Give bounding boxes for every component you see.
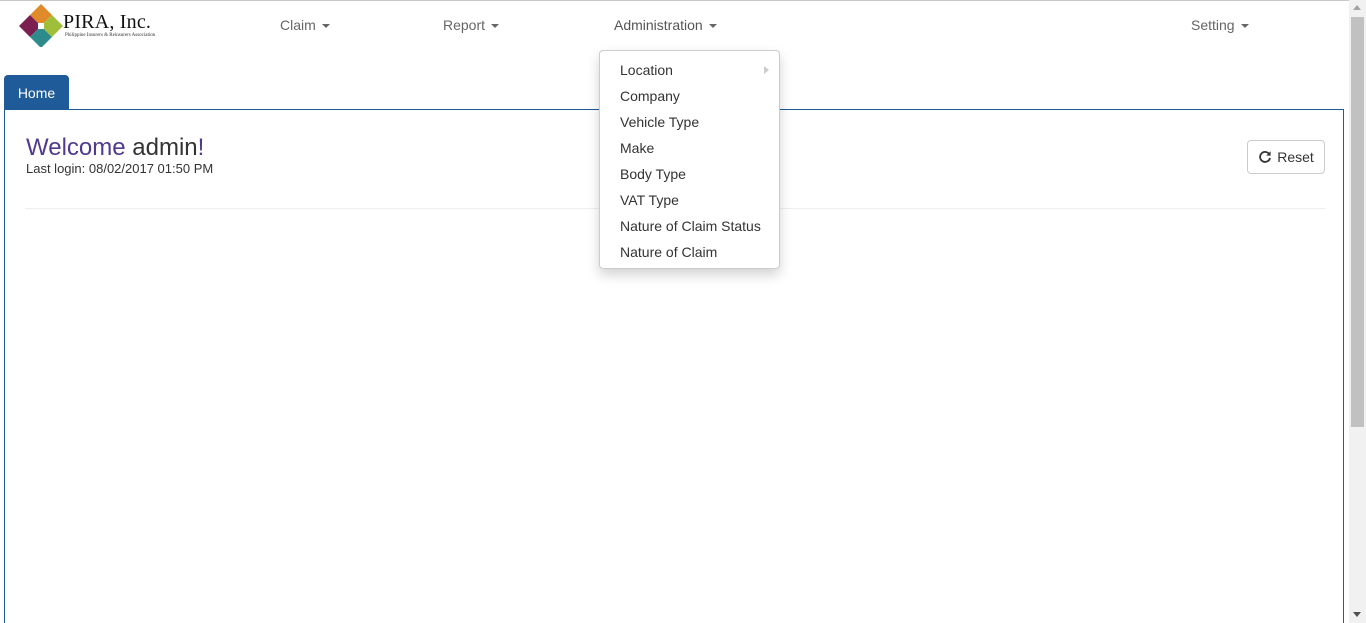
reset-button[interactable]: Reset [1247, 140, 1325, 174]
brand-title: PIRA, Inc. [63, 11, 152, 33]
menu-item-label: VAT Type [620, 192, 679, 208]
reset-label: Reset [1277, 149, 1314, 165]
administration-dropdown: Location Company Vehicle Type Make Body … [599, 50, 780, 269]
menu-item-body-type[interactable]: Body Type [600, 161, 779, 187]
nav-setting-label: Setting [1191, 17, 1235, 33]
brand-subtitle: Philippine Insurers & Reinsurers Associa… [65, 33, 156, 38]
welcome-exclaim: ! [197, 134, 205, 161]
nav-claim-label: Claim [280, 17, 316, 33]
refresh-icon [1259, 151, 1272, 163]
last-login-text: Last login: 08/02/2017 01:50 PM [26, 161, 214, 176]
nav-administration[interactable]: Administration [614, 17, 717, 33]
menu-item-nature-of-claim-status[interactable]: Nature of Claim Status [600, 213, 779, 239]
nav-administration-label: Administration [614, 17, 703, 33]
scroll-thumb[interactable] [1351, 17, 1364, 427]
menu-item-vehicle-type[interactable]: Vehicle Type [600, 109, 779, 135]
welcome-heading: Welcome admin! [26, 134, 204, 162]
caret-down-icon [708, 24, 717, 29]
page-scrollbar[interactable] [1349, 0, 1366, 623]
submenu-arrow-icon [764, 66, 769, 74]
caret-down-icon [321, 24, 330, 29]
pira-diamond-logo-icon [19, 4, 63, 47]
scroll-up-icon[interactable] [1353, 5, 1361, 10]
menu-item-label: Company [620, 88, 680, 104]
menu-item-company[interactable]: Company [600, 83, 779, 109]
welcome-word: Welcome [26, 134, 126, 161]
caret-down-icon [1240, 24, 1249, 29]
menu-item-location[interactable]: Location [600, 57, 779, 83]
nav-setting[interactable]: Setting [1191, 17, 1249, 33]
nav-report-label: Report [443, 17, 486, 33]
nav-report[interactable]: Report [443, 17, 500, 33]
menu-item-vat-type[interactable]: VAT Type [600, 187, 779, 213]
menu-item-label: Nature of Claim Status [620, 218, 761, 234]
nav-claim[interactable]: Claim [280, 17, 330, 33]
top-border [0, 0, 1366, 1]
scroll-down-icon[interactable] [1353, 612, 1361, 617]
menu-item-label: Vehicle Type [620, 114, 700, 130]
menu-item-label: Body Type [620, 166, 686, 182]
brand-logo[interactable]: PIRA, Inc. Philippine Insurers & Reinsur… [19, 3, 169, 48]
caret-down-icon [491, 24, 500, 29]
menu-item-label: Nature of Claim [620, 244, 718, 260]
menu-item-make[interactable]: Make [600, 135, 779, 161]
menu-item-label: Make [620, 140, 655, 156]
menu-item-label: Location [620, 62, 673, 78]
menu-item-nature-of-claim[interactable]: Nature of Claim [600, 239, 779, 265]
welcome-user: admin [132, 134, 198, 161]
tab-home[interactable]: Home [4, 75, 69, 110]
